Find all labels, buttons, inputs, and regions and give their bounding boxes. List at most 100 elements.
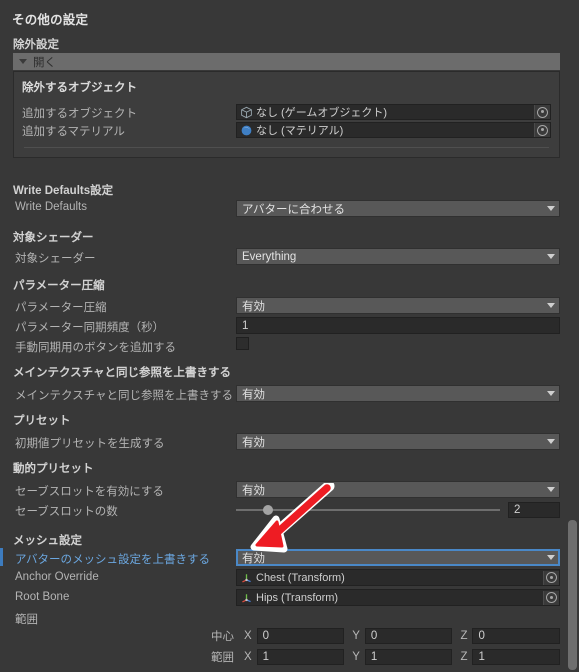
default-preset-value: 有効 <box>242 436 265 449</box>
bounds-label: 範囲 <box>15 614 38 626</box>
anchor-override-value: Chest (Transform) <box>256 571 345 584</box>
chevron-down-icon <box>547 206 555 211</box>
section-header-exclusion: 除外設定 <box>13 39 59 51</box>
section-header-dynamic-preset: 動的プリセット <box>13 463 94 475</box>
param-compression-value: 有効 <box>242 300 265 313</box>
manual-sync-button-checkbox[interactable] <box>236 337 249 350</box>
section-header-target-shader: 対象シェーダー <box>13 232 94 244</box>
bounds-center-z-input[interactable]: 0 <box>472 628 561 644</box>
exclusion-foldout-bar[interactable]: 開く <box>13 53 560 70</box>
vertical-scrollbar[interactable] <box>566 0 579 672</box>
bounds-extent-label: 範囲 <box>211 652 234 664</box>
bounds-extent-z-value: 1 <box>478 651 485 663</box>
bounds-center-x-value: 0 <box>262 630 270 642</box>
section-header-write-defaults: Write Defaults設定 <box>13 185 114 197</box>
object-picker-icon[interactable] <box>534 123 550 137</box>
save-slot-count-slider-row: 2 <box>236 501 560 519</box>
bounds-extent-y-input[interactable]: 1 <box>364 649 453 665</box>
root-bone-value: Hips (Transform) <box>256 591 339 604</box>
anchor-override-field[interactable]: Chest (Transform) <box>236 569 560 586</box>
bounds-center-x-input[interactable]: 0 <box>256 628 345 644</box>
bounds-center-y-value: 0 <box>370 630 378 642</box>
exclusion-material-field[interactable]: なし (マテリアル) <box>236 122 551 138</box>
save-slot-enable-label: セーブスロットを有効にする <box>15 486 164 498</box>
mesh-override-value: 有効 <box>242 552 265 565</box>
cube-icon <box>241 106 252 118</box>
write-defaults-label: Write Defaults <box>15 201 88 213</box>
transform-axis-icon <box>242 574 251 583</box>
chevron-down-icon <box>547 391 555 396</box>
target-shader-dropdown[interactable]: Everything <box>236 248 560 265</box>
save-slot-count-slider[interactable] <box>236 505 500 515</box>
main-texture-dropdown[interactable]: 有効 <box>236 385 560 402</box>
main-texture-label: メインテクスチャと同じ参照を上書きする <box>15 390 234 402</box>
target-shader-label: 対象シェーダー <box>15 253 96 265</box>
chevron-down-icon <box>547 303 555 308</box>
axis-y-label: Y <box>352 651 360 663</box>
save-slot-count-value: 2 <box>514 504 521 516</box>
root-bone-label: Root Bone <box>15 591 70 603</box>
bounds-center-y-input[interactable]: 0 <box>364 628 453 644</box>
transform-axis-icon <box>242 594 251 603</box>
selected-row-accent <box>0 548 3 566</box>
mesh-override-label: アバターのメッシュ設定を上書きする <box>15 554 211 566</box>
bounds-center-label: 中心 <box>211 631 234 643</box>
object-picker-icon[interactable] <box>543 590 559 605</box>
section-header-main-texture: メインテクスチャと同じ参照を上書きする <box>13 367 232 379</box>
axis-z-label: Z <box>460 651 468 663</box>
param-compression-label: パラメーター圧縮 <box>15 302 107 314</box>
other-settings-panel: その他の設定 除外設定 開く 除外するオブジェクト 追加するオブジェクト なし … <box>0 0 579 672</box>
section-header-mesh: メッシュ設定 <box>13 535 82 547</box>
axis-x-label: X <box>244 651 252 663</box>
axis-y-label: Y <box>352 630 360 642</box>
bounds-extent-x-value: 1 <box>262 651 270 663</box>
section-header-param-compression: パラメーター圧縮 <box>13 280 105 292</box>
mesh-override-dropdown[interactable]: 有効 <box>236 549 560 566</box>
default-preset-dropdown[interactable]: 有効 <box>236 433 560 450</box>
exclusion-object-value: なし (ゲームオブジェクト) <box>256 107 388 119</box>
object-picker-icon[interactable] <box>534 105 550 119</box>
bounds-extent-x-input[interactable]: 1 <box>256 649 345 665</box>
chevron-down-icon <box>547 439 555 444</box>
manual-sync-button-label: 手動同期用のボタンを追加する <box>15 342 176 354</box>
root-bone-field[interactable]: Hips (Transform) <box>236 589 560 606</box>
exclusion-row-material: 追加するマテリアル なし (マテリアル) <box>14 121 559 139</box>
bounds-center-z-value: 0 <box>478 630 485 642</box>
material-sphere-icon <box>241 125 252 135</box>
chevron-down-icon <box>547 487 555 492</box>
exclusion-objects-box: 除外するオブジェクト 追加するオブジェクト なし (ゲームオブジェクト) 追加す… <box>13 71 560 158</box>
save-slot-enable-value: 有効 <box>242 484 265 497</box>
target-shader-value: Everything <box>242 250 297 263</box>
chevron-down-icon <box>547 254 555 259</box>
write-defaults-value: アバターに合わせる <box>242 203 346 216</box>
default-preset-label: 初期値プリセットを生成する <box>15 438 165 450</box>
exclusion-material-value: なし (マテリアル) <box>256 125 344 137</box>
write-defaults-dropdown[interactable]: アバターに合わせる <box>236 200 560 217</box>
axis-x-label: X <box>244 630 252 642</box>
param-sync-frequency-input[interactable]: 1 <box>236 317 560 334</box>
chevron-down-icon <box>19 59 27 64</box>
main-texture-value: 有効 <box>242 388 265 401</box>
page-title: その他の設定 <box>12 13 89 27</box>
param-compression-dropdown[interactable]: 有効 <box>236 297 560 314</box>
save-slot-count-label: セーブスロットの数 <box>15 506 118 518</box>
section-header-preset: プリセット <box>13 415 71 427</box>
bounds-center-row: 中心 X 0 Y 0 Z 0 <box>196 628 561 644</box>
param-sync-frequency-value: 1 <box>242 319 249 332</box>
exclusion-row-object: 追加するオブジェクト なし (ゲームオブジェクト) <box>14 103 559 121</box>
bounds-extent-y-value: 1 <box>370 651 378 663</box>
bounds-extent-row: 範囲 X 1 Y 1 Z 1 <box>196 649 561 665</box>
exclusion-material-label: 追加するマテリアル <box>22 126 125 138</box>
bounds-extent-z-input[interactable]: 1 <box>472 649 561 665</box>
exclusion-object-field[interactable]: なし (ゲームオブジェクト) <box>236 104 551 120</box>
object-picker-icon[interactable] <box>543 570 559 585</box>
exclusion-box-title: 除外するオブジェクト <box>22 82 137 94</box>
divider <box>24 147 549 148</box>
scrollbar-thumb[interactable] <box>568 520 577 670</box>
chevron-down-icon <box>547 555 555 560</box>
exclusion-foldout-label: 開く <box>33 56 56 69</box>
save-slot-enable-dropdown[interactable]: 有効 <box>236 481 560 498</box>
slider-thumb[interactable] <box>262 505 273 515</box>
anchor-override-label: Anchor Override <box>15 571 99 583</box>
save-slot-count-input[interactable]: 2 <box>508 502 560 518</box>
